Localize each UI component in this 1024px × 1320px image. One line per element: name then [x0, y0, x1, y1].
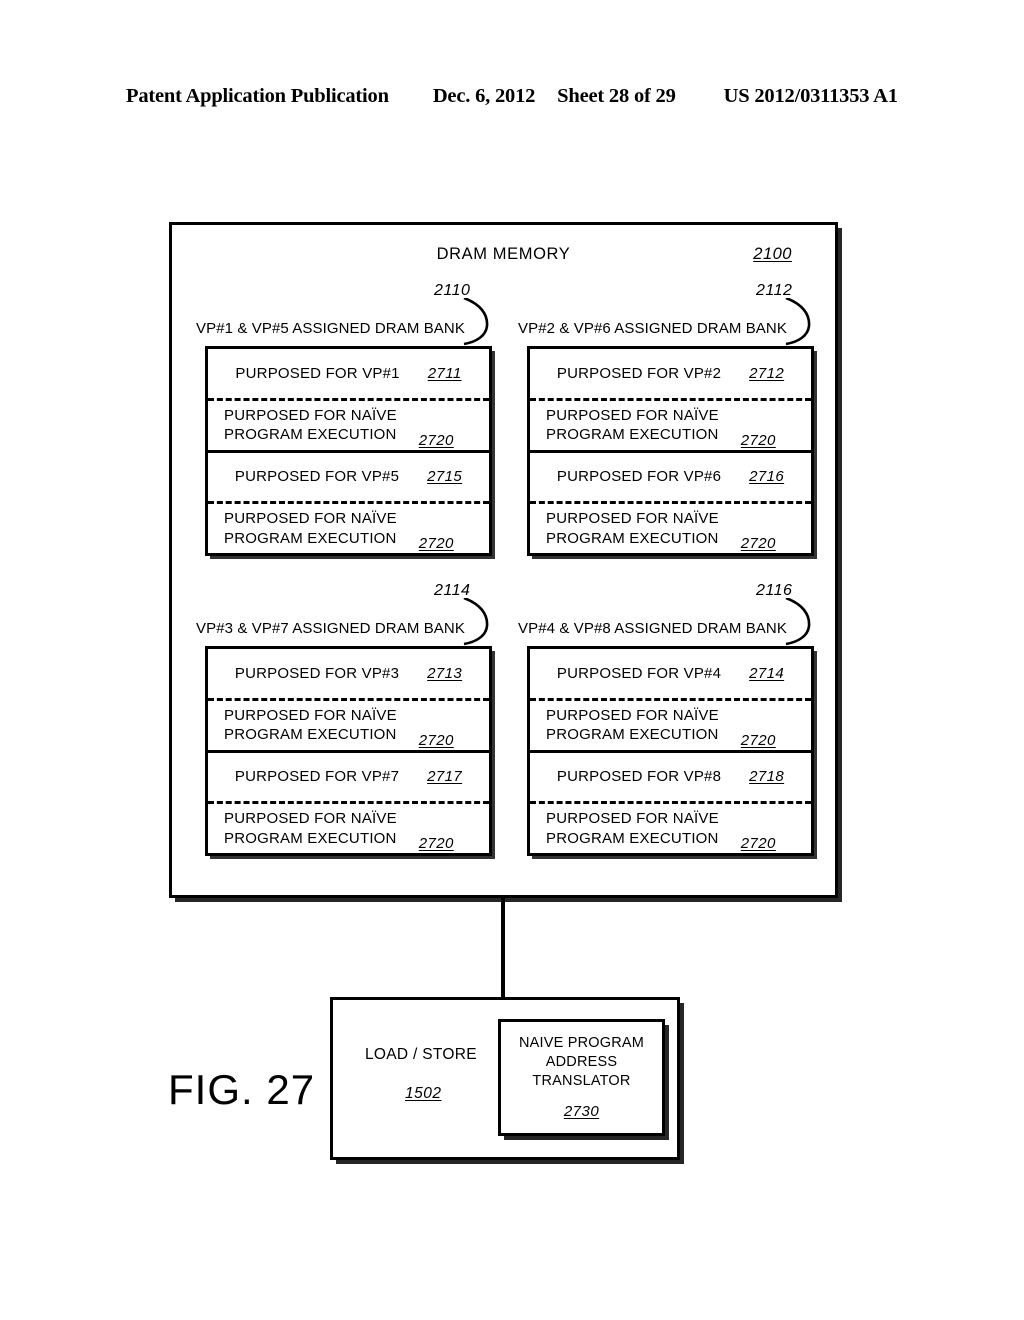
bank-row-label: PURPOSED FOR VP#4 — [556, 664, 722, 682]
bank-row-ref: 2718 — [749, 768, 785, 786]
dram-bank-quadrant-2: 2112 VP#2 & VP#6 ASSIGNED DRAM BANK PURP… — [494, 282, 824, 565]
translator-label-line1: NAIVE PROGRAM — [518, 1035, 645, 1051]
bank-row-ref: 2717 — [427, 768, 463, 786]
bank-box-2: PURPOSED FOR VP#2 2712 PURPOSED FOR NAÏV… — [527, 346, 814, 556]
bank-row-label-line2: PROGRAM EXECUTION — [546, 829, 719, 847]
bank-caption-1: VP#1 & VP#5 ASSIGNED DRAM BANK — [196, 320, 465, 337]
bank-caption-3: VP#3 & VP#7 ASSIGNED DRAM BANK — [196, 620, 465, 637]
bank-row-label-line2: PROGRAM EXECUTION — [224, 726, 397, 744]
bank-row: PURPOSED FOR VP#2 2712 — [530, 349, 811, 401]
bank-row-ref: 2711 — [427, 364, 462, 382]
bank-row-label: PURPOSED FOR VP#8 — [556, 768, 722, 786]
bank-row-ref: 2720 — [740, 835, 776, 852]
bank-row-ref: 2714 — [749, 664, 785, 682]
bank-row: PURPOSED FOR NAÏVE PROGRAM EXECUTION 272… — [530, 701, 811, 753]
bank-box-1: PURPOSED FOR VP#1 2711 PURPOSED FOR NAÏV… — [205, 346, 492, 556]
bank-box-3: PURPOSED FOR VP#3 2713 PURPOSED FOR NAÏV… — [205, 646, 492, 856]
bank-row-label: PURPOSED FOR VP#7 — [234, 768, 400, 786]
bank-row-label-line1: PURPOSED FOR NAÏVE — [546, 810, 719, 828]
bank-row-label: PURPOSED FOR VP#3 — [234, 664, 400, 682]
bank-row: PURPOSED FOR VP#6 2716 — [530, 453, 811, 505]
bank-row-ref: 2720 — [740, 431, 776, 449]
dram-bank-quadrant-3: 2114 VP#3 & VP#7 ASSIGNED DRAM BANK PURP… — [172, 582, 502, 865]
naive-program-address-translator-box: NAIVE PROGRAM ADDRESS TRANSLATOR 2730 — [498, 1019, 665, 1136]
bank-row-label-line1: PURPOSED FOR NAÏVE — [224, 810, 397, 828]
bank-row-label: PURPOSED FOR NAÏVE PROGRAM EXECUTION — [224, 406, 397, 444]
bank-ref-number-3: 2114 — [434, 582, 471, 599]
dram-memory-title: DRAM MEMORY — [436, 245, 571, 263]
translator-ref-number: 2730 — [563, 1103, 600, 1121]
bank-row: PURPOSED FOR VP#7 2717 — [208, 753, 489, 805]
header-publication-title: Patent Application Publication — [126, 85, 389, 107]
bank-ref-number-4: 2116 — [756, 582, 793, 599]
bank-row-label: PURPOSED FOR VP#2 — [556, 364, 722, 382]
bank-row: PURPOSED FOR NAÏVE PROGRAM EXECUTION 272… — [208, 701, 489, 753]
header-patent-number: US 2012/0311353 A1 — [723, 85, 898, 107]
bank-row: PURPOSED FOR VP#1 2711 — [208, 349, 489, 401]
bank-row-ref: 2716 — [749, 468, 785, 486]
bank-row-ref: 2712 — [749, 364, 785, 382]
load-store-label: LOAD / STORE — [365, 1046, 477, 1063]
dram-memory-box: DRAM MEMORY 2100 2110 VP#1 & VP#5 ASSIGN… — [169, 222, 838, 898]
bank-row-ref: 2713 — [427, 664, 463, 682]
bank-row: PURPOSED FOR NAÏVE PROGRAM EXECUTION 272… — [208, 401, 489, 453]
bank-row-label: PURPOSED FOR NAÏVE PROGRAM EXECUTION — [224, 509, 397, 547]
dram-bank-quadrant-1: 2110 VP#1 & VP#5 ASSIGNED DRAM BANK PURP… — [172, 282, 502, 565]
bank-row: PURPOSED FOR NAÏVE PROGRAM EXECUTION 272… — [530, 804, 811, 853]
bank-row-label: PURPOSED FOR NAÏVE PROGRAM EXECUTION — [546, 509, 719, 547]
bank-row: PURPOSED FOR NAÏVE PROGRAM EXECUTION 272… — [530, 504, 811, 553]
bank-box-4: PURPOSED FOR VP#4 2714 PURPOSED FOR NAÏV… — [527, 646, 814, 856]
bank-caption-4: VP#4 & VP#8 ASSIGNED DRAM BANK — [518, 620, 787, 637]
bank-row-ref: 2720 — [418, 535, 454, 552]
bank-ref-number-2: 2112 — [756, 282, 793, 299]
bank-row-label-line1: PURPOSED FOR NAÏVE — [224, 510, 397, 528]
header-date: Dec. 6, 2012 — [432, 85, 536, 107]
bank-row-label-line2: PROGRAM EXECUTION — [546, 529, 719, 547]
bank-row: PURPOSED FOR VP#4 2714 — [530, 649, 811, 701]
bank-row-label: PURPOSED FOR NAÏVE PROGRAM EXECUTION — [546, 809, 719, 847]
bank-row-label: PURPOSED FOR VP#6 — [556, 468, 722, 486]
bank-row: PURPOSED FOR NAÏVE PROGRAM EXECUTION 272… — [530, 401, 811, 453]
bank-row: PURPOSED FOR NAÏVE PROGRAM EXECUTION 272… — [208, 504, 489, 553]
bank-row-label: PURPOSED FOR NAÏVE PROGRAM EXECUTION — [224, 809, 397, 847]
bank-row-label-line1: PURPOSED FOR NAÏVE — [224, 406, 397, 424]
bank-row-label-line1: PURPOSED FOR NAÏVE — [224, 706, 397, 724]
dram-bank-quadrant-4: 2116 VP#4 & VP#8 ASSIGNED DRAM BANK PURP… — [494, 582, 824, 865]
bank-row-label: PURPOSED FOR VP#5 — [234, 468, 400, 486]
bank-row: PURPOSED FOR VP#5 2715 — [208, 453, 489, 505]
bank-row-label-line2: PROGRAM EXECUTION — [224, 426, 397, 444]
figure-label: FIG. 27 — [168, 1066, 316, 1113]
dram-memory-ref-number: 2100 — [753, 245, 792, 263]
bank-row-ref: 2720 — [740, 535, 776, 552]
bank-caption-2: VP#2 & VP#6 ASSIGNED DRAM BANK — [518, 320, 787, 337]
bank-row-ref: 2715 — [427, 468, 463, 486]
bank-row-label: PURPOSED FOR NAÏVE PROGRAM EXECUTION — [546, 406, 719, 444]
bank-row: PURPOSED FOR VP#8 2718 — [530, 753, 811, 805]
load-store-box: LOAD / STORE 1502 NAIVE PROGRAM ADDRESS … — [330, 997, 680, 1160]
translator-label-line3: TRANSLATOR — [532, 1073, 631, 1090]
bank-ref-number-1: 2110 — [434, 282, 471, 299]
bank-row: PURPOSED FOR NAÏVE PROGRAM EXECUTION 272… — [208, 804, 489, 853]
dram-to-loadstore-connector-line — [501, 897, 505, 999]
header-sheet-number: Sheet 28 of 29 — [557, 85, 676, 107]
bank-row-label: PURPOSED FOR NAÏVE PROGRAM EXECUTION — [546, 706, 719, 744]
bank-row: PURPOSED FOR VP#3 2713 — [208, 649, 489, 701]
bank-row-label-line2: PROGRAM EXECUTION — [546, 726, 719, 744]
bank-row-ref: 2720 — [418, 835, 454, 852]
bank-row-label: PURPOSED FOR NAÏVE PROGRAM EXECUTION — [224, 706, 397, 744]
load-store-ref-number: 1502 — [405, 1085, 442, 1102]
bank-row-label-line2: PROGRAM EXECUTION — [224, 529, 397, 547]
translator-label-line2: ADDRESS — [545, 1054, 618, 1071]
bank-row-label-line2: PROGRAM EXECUTION — [224, 829, 397, 847]
page-header: Patent Application Publication Dec. 6, 2… — [126, 85, 898, 113]
bank-row-label-line2: PROGRAM EXECUTION — [546, 426, 719, 444]
bank-row-ref: 2720 — [418, 431, 454, 449]
bank-row-ref: 2720 — [418, 731, 454, 749]
bank-row-label: PURPOSED FOR VP#1 — [235, 364, 400, 382]
bank-row-label-line1: PURPOSED FOR NAÏVE — [546, 510, 719, 528]
bank-row-ref: 2720 — [740, 731, 776, 749]
bank-row-label-line1: PURPOSED FOR NAÏVE — [546, 406, 719, 424]
bank-row-label-line1: PURPOSED FOR NAÏVE — [546, 706, 719, 724]
